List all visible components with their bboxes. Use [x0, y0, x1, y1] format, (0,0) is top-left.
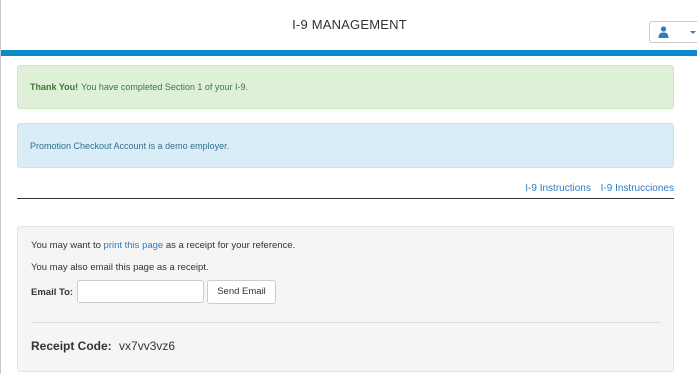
receipt-code: Receipt Code: vx7vv3vz6: [31, 339, 175, 353]
header: I-9 MANAGEMENT: [1, 0, 697, 50]
receipt-code-value: vx7vv3vz6: [119, 339, 176, 353]
page-title: I-9 MANAGEMENT: [292, 17, 407, 32]
print-page-link[interactable]: print this page: [104, 240, 164, 251]
success-alert-title: Thank You!: [30, 82, 79, 92]
email-receipt-text: You may also email this page as a receip…: [31, 262, 209, 273]
instructions-links: I-9 Instructions I-9 Instrucciones: [518, 183, 674, 194]
divider: [17, 198, 674, 199]
i9-instructions-link[interactable]: I-9 Instructions: [525, 183, 591, 194]
receipt-code-label: Receipt Code:: [31, 339, 112, 353]
email-to-label: Email To:: [31, 287, 74, 298]
caret-down-icon: [690, 31, 696, 34]
success-alert: Thank You! You have completed Section 1 …: [17, 65, 674, 109]
info-alert: Promotion Checkout Account is a demo emp…: [17, 123, 674, 168]
brand-bar: [1, 50, 697, 56]
i9-instrucciones-link[interactable]: I-9 Instrucciones: [601, 183, 674, 194]
user-icon: [658, 26, 669, 38]
receipt-panel: You may want to print this page as a rec…: [17, 226, 674, 372]
page: I-9 MANAGEMENT Thank You! You have compl…: [0, 0, 697, 374]
panel-divider: [31, 322, 661, 323]
info-alert-text: Promotion Checkout Account is a demo emp…: [30, 140, 230, 151]
email-field[interactable]: [77, 280, 204, 303]
print-receipt-text: You may want to print this page as a rec…: [31, 240, 296, 251]
success-alert-text: You have completed Section 1 of your I-9…: [81, 82, 248, 92]
user-menu-button[interactable]: [649, 21, 697, 43]
send-email-button[interactable]: Send Email: [207, 280, 276, 304]
